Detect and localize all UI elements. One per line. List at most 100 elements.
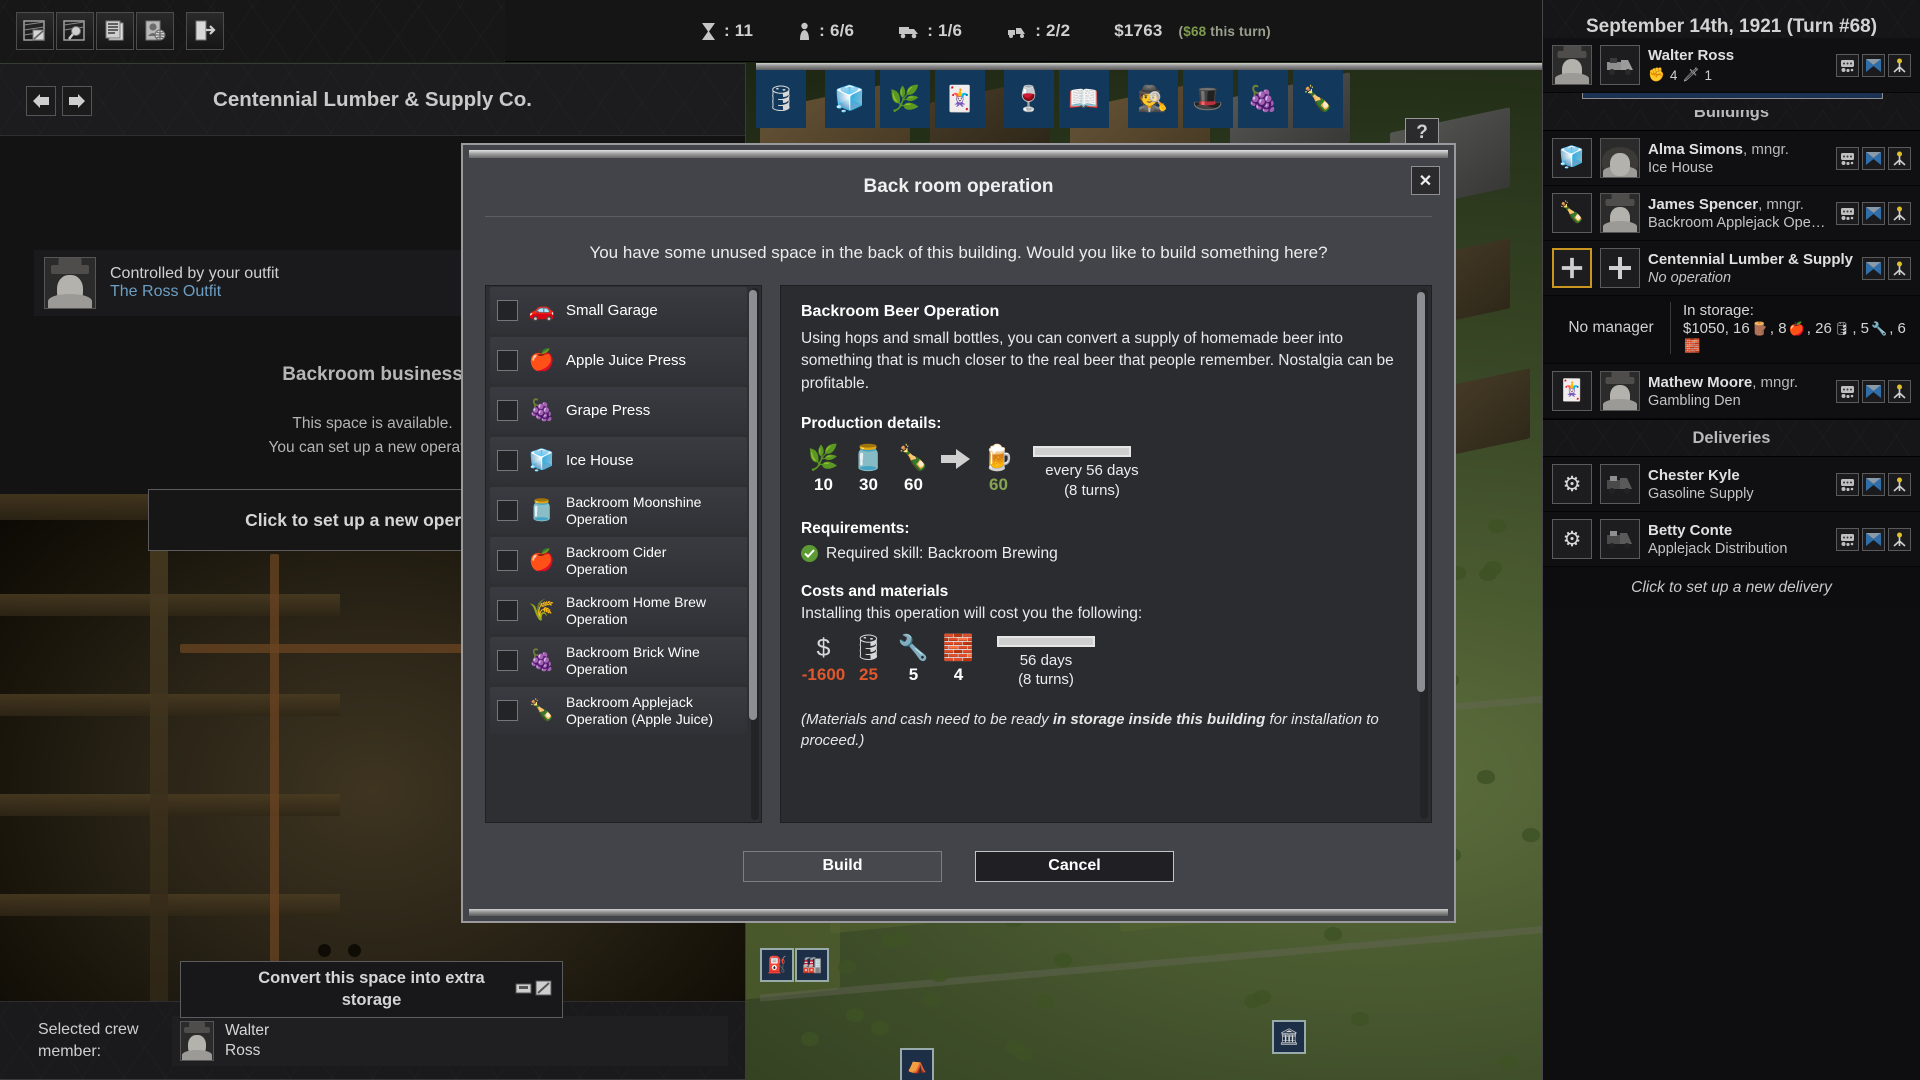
no-manager-label: No manager bbox=[1552, 319, 1670, 337]
pin-icon[interactable] bbox=[1888, 380, 1911, 403]
strip-tile-0[interactable]: 🛢 bbox=[756, 70, 806, 128]
options-scrollbar-track[interactable] bbox=[751, 288, 759, 820]
strip-tile-6[interactable]: 🕵 bbox=[1128, 70, 1178, 128]
convert-to-storage-button[interactable]: Convert this space into extra storage bbox=[180, 961, 563, 1018]
building-thumb-applejack[interactable]: 🍾 bbox=[1552, 193, 1592, 233]
chat-icon[interactable] bbox=[1836, 147, 1859, 170]
sidebar-item-building-2[interactable]: Centennial Lumber & Supply No operation bbox=[1543, 241, 1920, 296]
avatar[interactable] bbox=[1600, 371, 1640, 411]
chat-icon[interactable] bbox=[1836, 202, 1859, 225]
option-checkbox[interactable] bbox=[497, 400, 518, 421]
pin-icon[interactable] bbox=[1888, 147, 1911, 170]
operation-option-5[interactable]: 🍎 Backroom Cider Operation bbox=[490, 537, 747, 584]
contacts-globe-icon[interactable] bbox=[136, 12, 174, 50]
stat-money: $1763 ($68 this turn) bbox=[1114, 21, 1271, 41]
install-time-bar bbox=[997, 636, 1095, 647]
pin-icon[interactable] bbox=[1888, 54, 1911, 77]
building-thumb-ice[interactable]: 🧊 bbox=[1552, 138, 1592, 178]
building-thumb-cards[interactable]: 🃏 bbox=[1552, 371, 1592, 411]
move-icon[interactable] bbox=[1862, 380, 1885, 403]
operation-option-4[interactable]: 🫙 Backroom Moonshine Operation bbox=[490, 487, 747, 534]
detail-scrollbar-track[interactable] bbox=[1420, 289, 1428, 819]
options-scrollbar-thumb[interactable] bbox=[749, 290, 757, 720]
storage-contents: In storage: $1050, 16 🪵, 8 🍎, 26 🛢, 5 🔧,… bbox=[1670, 302, 1911, 354]
crew-first-name: Walter bbox=[225, 1021, 269, 1040]
option-checkbox[interactable] bbox=[497, 450, 518, 471]
strip-tile-2[interactable]: 🌿 bbox=[880, 70, 930, 128]
pin-icon[interactable] bbox=[1888, 257, 1911, 280]
build-button[interactable]: Build bbox=[743, 851, 942, 882]
avatar[interactable] bbox=[1600, 138, 1640, 178]
ledger-icon[interactable] bbox=[96, 12, 134, 50]
cancel-button[interactable]: Cancel bbox=[975, 851, 1174, 882]
operation-option-1[interactable]: 🍎 Apple Juice Press bbox=[490, 337, 747, 384]
map-view-icon[interactable] bbox=[16, 12, 54, 50]
new-delivery-button[interactable]: Click to set up a new delivery bbox=[1543, 567, 1920, 609]
sidebar-item-building-0[interactable]: 🧊 Alma Simons, mngr. Ice House bbox=[1543, 131, 1920, 186]
operation-option-7[interactable]: 🍇 Backroom Brick Wine Operation bbox=[490, 637, 747, 684]
person-name: James Spencer, mngr. bbox=[1648, 196, 1828, 213]
option-checkbox[interactable] bbox=[497, 600, 518, 621]
convert-line-2: storage bbox=[258, 990, 484, 1011]
sidebar-item-muscle-0[interactable]: Walter Ross ✊ 4 🗡 1 bbox=[1543, 38, 1920, 93]
operation-options-scroll: 🚗 Small Garage 🍎 Apple Juice Press 🍇 Gra… bbox=[486, 286, 751, 822]
cost-items-item-3: 🧱 4 bbox=[936, 633, 981, 685]
pin-icon[interactable] bbox=[1888, 202, 1911, 225]
chat-icon[interactable] bbox=[1836, 528, 1859, 551]
strip-tile-5[interactable]: 📖 bbox=[1059, 70, 1109, 128]
operation-option-6[interactable]: 🌾 Backroom Home Brew Operation bbox=[490, 587, 747, 634]
crew-label-2: member: bbox=[38, 1041, 156, 1063]
move-icon[interactable] bbox=[1862, 147, 1885, 170]
operation-option-8[interactable]: 🍾 Backroom Applejack Operation (Apple Jui… bbox=[490, 687, 747, 734]
sidebar-item-building-3[interactable]: 🃏 Mathew Moore, mngr. Gambling Den bbox=[1543, 364, 1920, 419]
move-icon[interactable] bbox=[1862, 202, 1885, 225]
strip-tile-7[interactable]: 🎩 bbox=[1183, 70, 1233, 128]
operation-option-2[interactable]: 🍇 Grape Press bbox=[490, 387, 747, 434]
operation-option-3[interactable]: 🧊 Ice House bbox=[490, 437, 747, 484]
building-thumb-plus[interactable] bbox=[1552, 248, 1592, 288]
outfit-link[interactable]: The Ross Outfit bbox=[110, 283, 279, 301]
close-icon[interactable]: ✕ bbox=[1411, 166, 1440, 195]
strip-tile-9[interactable]: 🍾 bbox=[1293, 70, 1343, 128]
body-shape bbox=[1603, 399, 1637, 410]
prod-out-item-0: 🍺 60 bbox=[976, 443, 1021, 495]
chat-icon[interactable] bbox=[1836, 54, 1859, 77]
convert-icons bbox=[515, 980, 552, 1002]
move-icon[interactable] bbox=[1862, 257, 1885, 280]
strip-tile-8[interactable]: 🍇 bbox=[1238, 70, 1288, 128]
option-checkbox[interactable] bbox=[497, 300, 518, 321]
vehicle-thumb[interactable] bbox=[1600, 45, 1640, 85]
strip-tile-1[interactable]: 🧊 bbox=[825, 70, 875, 128]
truck-thumb[interactable] bbox=[1600, 464, 1640, 504]
chat-icon[interactable] bbox=[1836, 473, 1859, 496]
truck-thumb[interactable] bbox=[1600, 519, 1640, 559]
pin-icon[interactable] bbox=[1888, 528, 1911, 551]
sidebar-item-delivery-0[interactable]: ⚙ Chester Kyle Gasoline Supply bbox=[1543, 457, 1920, 512]
avatar[interactable] bbox=[1600, 193, 1640, 233]
operation-option-0[interactable]: 🚗 Small Garage bbox=[490, 287, 747, 334]
operation-options-list[interactable]: 🚗 Small Garage 🍎 Apple Juice Press 🍇 Gra… bbox=[485, 285, 762, 823]
selected-crew-card[interactable]: Walter Ross bbox=[172, 1016, 728, 1066]
move-icon[interactable] bbox=[1862, 473, 1885, 496]
avatar[interactable] bbox=[1552, 45, 1592, 85]
strip-tile-4[interactable]: 🍷 bbox=[1004, 70, 1054, 128]
gear-person-icon[interactable]: ⚙ bbox=[1552, 519, 1592, 559]
option-checkbox[interactable] bbox=[497, 350, 518, 371]
sidebar-item-building-1[interactable]: 🍾 James Spencer, mngr. Backroom Applejac… bbox=[1543, 186, 1920, 241]
option-checkbox[interactable] bbox=[497, 700, 518, 721]
strip-tile-3[interactable]: 🃏 bbox=[935, 70, 985, 128]
map-search-icon[interactable] bbox=[56, 12, 94, 50]
option-checkbox[interactable] bbox=[497, 550, 518, 571]
pin-icon[interactable] bbox=[1888, 473, 1911, 496]
chat-icon[interactable] bbox=[1836, 380, 1859, 403]
option-checkbox[interactable] bbox=[497, 500, 518, 521]
gear-person-icon[interactable]: ⚙ bbox=[1552, 464, 1592, 504]
move-icon[interactable] bbox=[1862, 54, 1885, 77]
sidebar-item-delivery-1[interactable]: ⚙ Betty Conte Applejack Distribution bbox=[1543, 512, 1920, 567]
move-icon[interactable] bbox=[1862, 528, 1885, 551]
strip-gap bbox=[990, 70, 1004, 130]
plus-icon[interactable] bbox=[1600, 248, 1640, 288]
exit-door-icon[interactable] bbox=[186, 12, 224, 50]
option-checkbox[interactable] bbox=[497, 650, 518, 671]
detail-scrollbar-thumb[interactable] bbox=[1417, 292, 1425, 692]
